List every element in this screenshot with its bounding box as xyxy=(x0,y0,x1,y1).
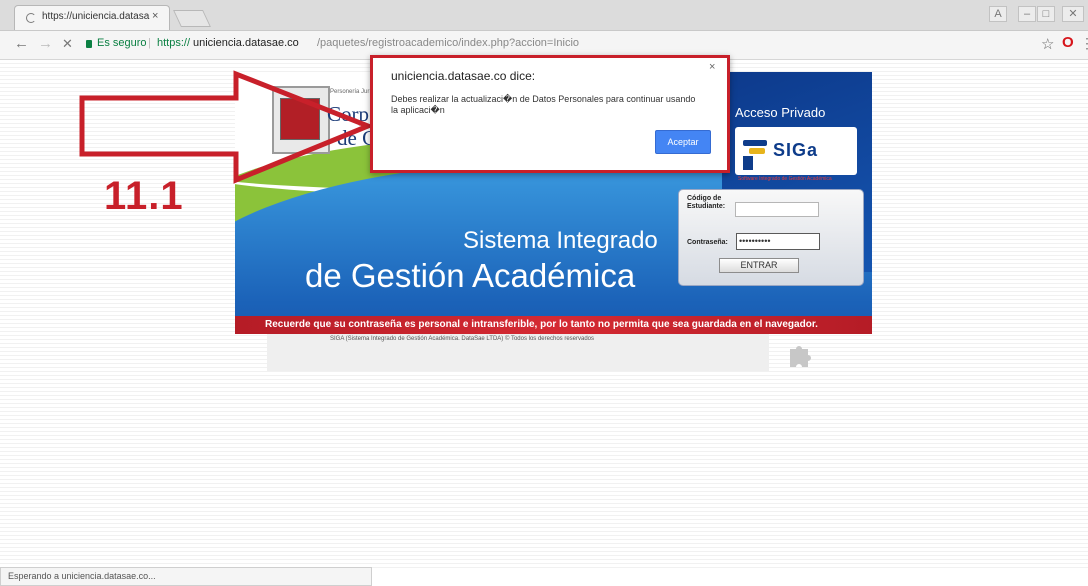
entrar-button[interactable]: ENTRAR xyxy=(719,258,799,273)
close-window-button[interactable]: ✕ xyxy=(1062,6,1084,22)
tab-close-icon[interactable]: × xyxy=(152,10,158,22)
sistema-integrado-title: Sistema Integrado xyxy=(463,227,658,254)
gestion-academica-title: de Gestión Académica xyxy=(305,257,636,294)
profile-button[interactable]: A xyxy=(989,6,1007,22)
loading-spinner-icon xyxy=(26,13,36,23)
copyright-text: SIGA (Sistema Integrado de Gestión Acadé… xyxy=(330,336,594,342)
annotation-arrow-icon xyxy=(79,70,375,184)
siga-logo-mark-stem xyxy=(743,156,753,170)
url-protocol: https:// xyxy=(157,37,191,49)
address-separator: | xyxy=(148,37,151,49)
stop-loading-icon[interactable]: ✕ xyxy=(62,36,73,52)
secure-label[interactable]: Es seguro xyxy=(97,37,147,49)
siga-logo-subtitle: Software Integrado de Gestión Académica xyxy=(738,176,832,182)
browser-menu-icon[interactable]: ⋮ xyxy=(1080,35,1088,52)
contrasena-input[interactable]: •••••••••• xyxy=(736,233,820,250)
opera-extension-icon[interactable]: O xyxy=(1062,34,1074,51)
dialog-close-icon[interactable]: × xyxy=(709,61,715,73)
dialog-title: uniciencia.datasae.co dice: xyxy=(391,69,536,83)
aceptar-button[interactable]: Aceptar xyxy=(655,130,711,154)
siga-logo-mark xyxy=(743,140,767,146)
plugin-puzzle-icon xyxy=(790,346,811,367)
codigo-estudiante-label: Código de Estudiante: xyxy=(687,195,726,210)
siga-logo-mark-accent xyxy=(749,148,765,154)
tab-title: https://uniciencia.datasa xyxy=(42,11,150,22)
back-arrow-icon[interactable]: ← xyxy=(14,36,29,52)
maximize-button[interactable]: □ xyxy=(1037,6,1055,22)
status-bar: Esperando a uniciencia.datasae.co... xyxy=(0,567,372,586)
password-warning-text: Recuerde que su contraseña es personal e… xyxy=(265,319,818,330)
codigo-estudiante-input[interactable] xyxy=(735,202,819,217)
minimize-button[interactable]: – xyxy=(1018,6,1036,22)
dialog-message: Debes realizar la actualizaci�n de Datos… xyxy=(391,94,696,115)
acceso-privado-heading: Acceso Privado xyxy=(735,105,826,120)
siga-logo-text: SIGa xyxy=(773,140,819,160)
lock-icon xyxy=(86,40,92,48)
bookmark-star-icon[interactable]: ☆ xyxy=(1041,35,1054,53)
url-host: uniciencia.datasae.co xyxy=(193,37,299,49)
url-path: /paquetes/registroacademico/index.php?ac… xyxy=(317,37,580,49)
contrasena-label: Contraseña: xyxy=(687,239,728,246)
forward-arrow-icon[interactable]: → xyxy=(38,36,53,52)
annotation-step-number: 11.1 xyxy=(104,174,184,218)
